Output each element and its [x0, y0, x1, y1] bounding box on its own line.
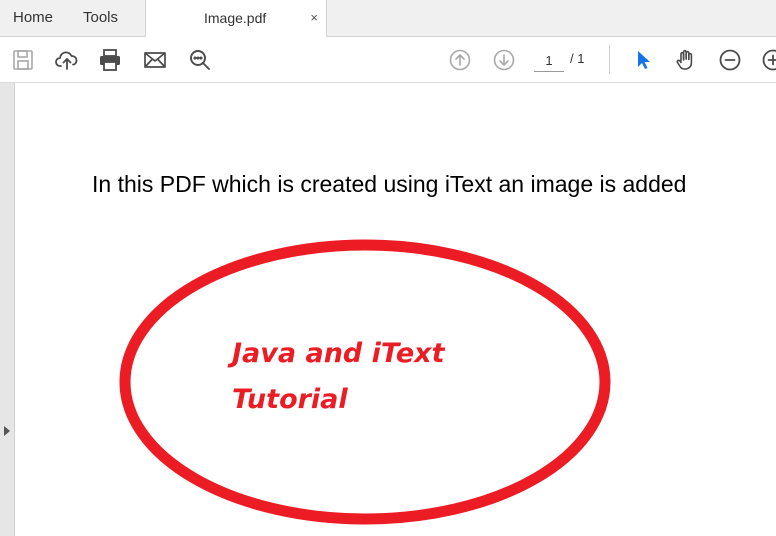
image-text-line-1: Java and iText [232, 338, 445, 369]
expand-panel-icon[interactable] [4, 426, 10, 436]
tab-document[interactable]: Image.pdf × [145, 0, 327, 37]
toolbar: / 1 [0, 37, 776, 83]
pdf-embedded-image: Java and iText Tutorial [115, 238, 625, 528]
red-ellipse [119, 239, 611, 525]
upload-cloud-icon[interactable] [54, 47, 80, 73]
left-panel-strip [0, 83, 15, 536]
tab-tools[interactable]: Tools [83, 0, 118, 36]
tab-bar: Home Tools Image.pdf × [0, 0, 776, 37]
select-cursor-icon[interactable] [630, 47, 656, 73]
document-view: In this PDF which is created using iText… [15, 83, 776, 536]
close-tab-icon[interactable]: × [310, 0, 318, 35]
image-text-line-2: Tutorial [232, 384, 348, 415]
page-total: / 1 [570, 51, 585, 66]
page-number-input[interactable] [534, 49, 564, 72]
next-page-icon[interactable] [491, 47, 517, 73]
tab-home[interactable]: Home [13, 0, 53, 36]
toolbar-divider [609, 45, 610, 74]
zoom-search-icon[interactable] [187, 47, 213, 73]
save-icon[interactable] [10, 47, 36, 73]
hand-tool-icon[interactable] [673, 47, 699, 73]
email-icon[interactable] [142, 47, 168, 73]
zoom-in-icon[interactable] [760, 47, 776, 73]
zoom-out-icon[interactable] [717, 47, 743, 73]
tab-document-title: Image.pdf [204, 10, 267, 26]
pdf-body-text: In this PDF which is created using iText… [92, 171, 687, 197]
print-icon[interactable] [97, 47, 123, 73]
prev-page-icon[interactable] [447, 47, 473, 73]
